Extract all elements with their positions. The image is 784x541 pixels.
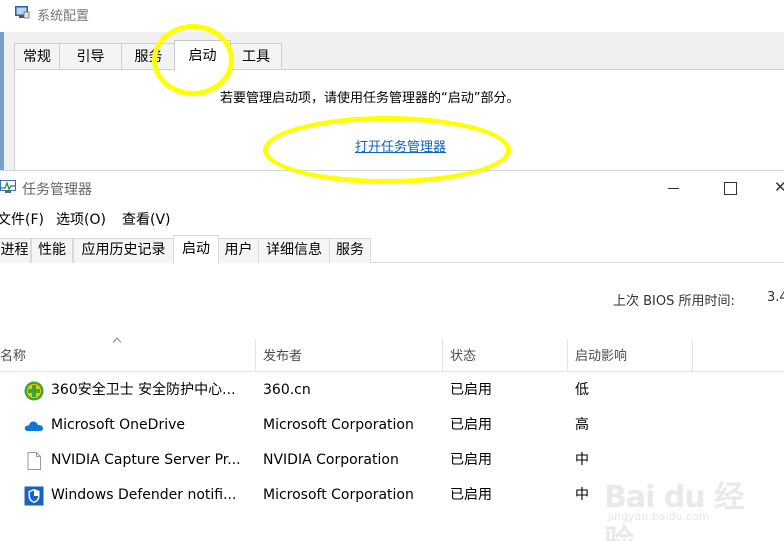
tab-startup[interactable]: 启动 xyxy=(174,40,231,71)
row-status: 已启用 xyxy=(450,487,492,503)
row-name: 360安全卫士 安全防护中心... xyxy=(51,382,236,398)
row-status: 已启用 xyxy=(450,417,492,433)
system-config-titlebar: 系统配置 xyxy=(0,0,784,32)
window-left-edge xyxy=(0,32,4,170)
tab-users[interactable]: 用户 xyxy=(218,238,259,263)
tab-general[interactable]: 常规 xyxy=(14,43,60,70)
row-impact: 高 xyxy=(575,417,589,433)
system-config-app-icon xyxy=(15,6,30,19)
close-button[interactable] xyxy=(772,176,784,198)
tab-details[interactable]: 详细信息 xyxy=(258,238,330,263)
tab-services[interactable]: 服务 xyxy=(121,43,176,70)
column-header-status[interactable]: 状态 xyxy=(443,339,568,372)
360-safe-icon xyxy=(24,381,44,401)
maximize-button[interactable] xyxy=(716,176,746,198)
task-manager-app-icon xyxy=(0,180,16,193)
column-header-name[interactable]: 名称 xyxy=(0,339,256,372)
tab-processes[interactable]: 进程 xyxy=(0,238,31,263)
tab-performance[interactable]: 性能 xyxy=(31,238,73,263)
tab-boot[interactable]: 引导 xyxy=(59,43,122,70)
row-status: 已启用 xyxy=(450,382,492,398)
table-row[interactable]: 360安全卫士 安全防护中心... 360.cn 已启用 低 xyxy=(0,373,784,408)
column-header-impact[interactable]: 启动影响 xyxy=(568,339,693,372)
system-config-window: 系统配置 常规 引导 服务 启动 工具 若要管理启动项，请使用任务管理器的“启动… xyxy=(0,0,784,170)
column-header-publisher[interactable]: 发布者 xyxy=(256,339,443,372)
menu-view[interactable]: 查看(V) xyxy=(122,209,171,229)
watermark-text: Bai du 经验 xyxy=(604,480,744,541)
tab-app-history[interactable]: 应用历史记录 xyxy=(73,238,174,263)
blank-file-icon xyxy=(27,452,41,470)
row-status: 已启用 xyxy=(450,452,492,468)
startup-table-header: 名称 发布者 状态 启动影响 xyxy=(0,339,784,372)
open-task-manager-link[interactable]: 打开任务管理器 xyxy=(355,136,446,155)
row-name: Microsoft OneDrive xyxy=(51,417,185,433)
startup-info-text: 若要管理启动项，请使用任务管理器的“启动”部分。 xyxy=(220,91,520,106)
row-name: Windows Defender notifi... xyxy=(51,487,237,503)
tab-startup-tm[interactable]: 启动 xyxy=(173,235,219,264)
task-manager-title: 任务管理器 xyxy=(22,182,92,198)
row-impact: 低 xyxy=(575,382,589,398)
menu-file[interactable]: 文件(F) xyxy=(0,209,44,229)
minimize-button[interactable] xyxy=(660,176,690,198)
row-name: NVIDIA Capture Server Pr... xyxy=(51,452,241,468)
onedrive-cloud-icon xyxy=(24,421,43,431)
row-publisher: 360.cn xyxy=(263,382,311,398)
defender-shield-icon xyxy=(24,486,44,506)
row-publisher: Microsoft Corporation xyxy=(263,487,414,503)
table-row[interactable]: Microsoft OneDrive Microsoft Corporation… xyxy=(0,408,784,443)
row-publisher: NVIDIA Corporation xyxy=(263,452,399,468)
bios-time-label: 上次 BIOS 所用时间: xyxy=(613,294,735,309)
baidu-jingyan-watermark: Bai du 经验 jingyan.baidu.com xyxy=(598,472,758,541)
tab-services-tm[interactable]: 服务 xyxy=(329,238,371,263)
menu-options[interactable]: 选项(O) xyxy=(56,209,106,229)
watermark-url: jingyan.baidu.com xyxy=(608,510,710,523)
system-config-title: 系统配置 xyxy=(37,9,90,24)
task-manager-tabs: 进程 性能 应用历史记录 启动 用户 详细信息 服务 xyxy=(0,235,784,264)
row-publisher: Microsoft Corporation xyxy=(263,417,414,433)
tab-tools[interactable]: 工具 xyxy=(230,43,282,70)
bios-time-value: 3.4 xyxy=(767,290,784,305)
